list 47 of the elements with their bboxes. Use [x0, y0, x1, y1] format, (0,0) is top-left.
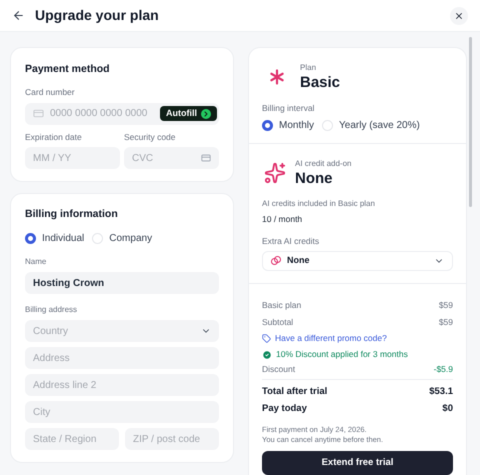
autofill-button[interactable]: Autofill [160, 106, 217, 121]
plan-name: Basic [300, 74, 340, 93]
included-value: 10 / month [262, 213, 304, 226]
coins-icon [271, 256, 281, 266]
page-title: Upgrade your plan [35, 6, 159, 25]
field-label: Expiration date [25, 130, 83, 144]
field-label: Extra AI credits [262, 235, 320, 248]
input-field[interactable]: 0000 0000 0000 0000 Autofill [25, 102, 219, 124]
discount-value: -$5.9 [434, 363, 453, 376]
tag-icon [262, 334, 271, 344]
field-label: Billing address [25, 304, 78, 316]
field-label: Billing interval [262, 102, 316, 114]
total-label: Total after trial [262, 385, 328, 400]
addon-caption: AI credit add-on [295, 158, 352, 170]
check-icon [262, 350, 272, 360]
field-label: Card number [25, 86, 76, 98]
discount-note: 10% Discount applied for 3 months [276, 348, 408, 362]
radio-option[interactable]: Company [92, 231, 152, 246]
total-value: $0 [442, 402, 453, 416]
card-icon [201, 153, 211, 164]
input-field[interactable]: Hosting Crown [25, 272, 219, 294]
plan-caption: Plan [300, 62, 318, 74]
summary-value: $59 [438, 316, 453, 329]
radio-option[interactable]: Individual [25, 231, 84, 246]
card-icon [33, 108, 44, 119]
radio-option[interactable]: Yearly (save 20%) [322, 118, 420, 132]
close-icon [454, 10, 464, 20]
summary-label: Basic plan [262, 298, 302, 312]
section-title: Payment method [25, 62, 111, 77]
field-label: Security code [124, 130, 176, 144]
summary-value: $59 [438, 298, 453, 312]
summary-label: Subtotal [262, 316, 294, 329]
field-label: AI credits included in Basic plan [262, 198, 376, 210]
close-button[interactable] [450, 6, 468, 24]
summary-label: Discount [262, 363, 296, 376]
section-title: Billing information [25, 207, 119, 222]
addon-name: None [295, 170, 334, 188]
field-label: Name [25, 256, 48, 268]
extend-trial-button[interactable]: Extend free trial [262, 450, 453, 475]
total-label: Pay today [262, 402, 307, 416]
credits-select[interactable]: None [262, 250, 453, 271]
sparkles-icon [264, 162, 286, 184]
scrollbar[interactable] [469, 37, 472, 207]
total-value: $53.1 [429, 385, 453, 400]
back-icon[interactable] [12, 9, 25, 22]
radio-option[interactable]: Monthly [262, 118, 314, 132]
promo-link[interactable]: Have a different promo code? [262, 330, 453, 347]
